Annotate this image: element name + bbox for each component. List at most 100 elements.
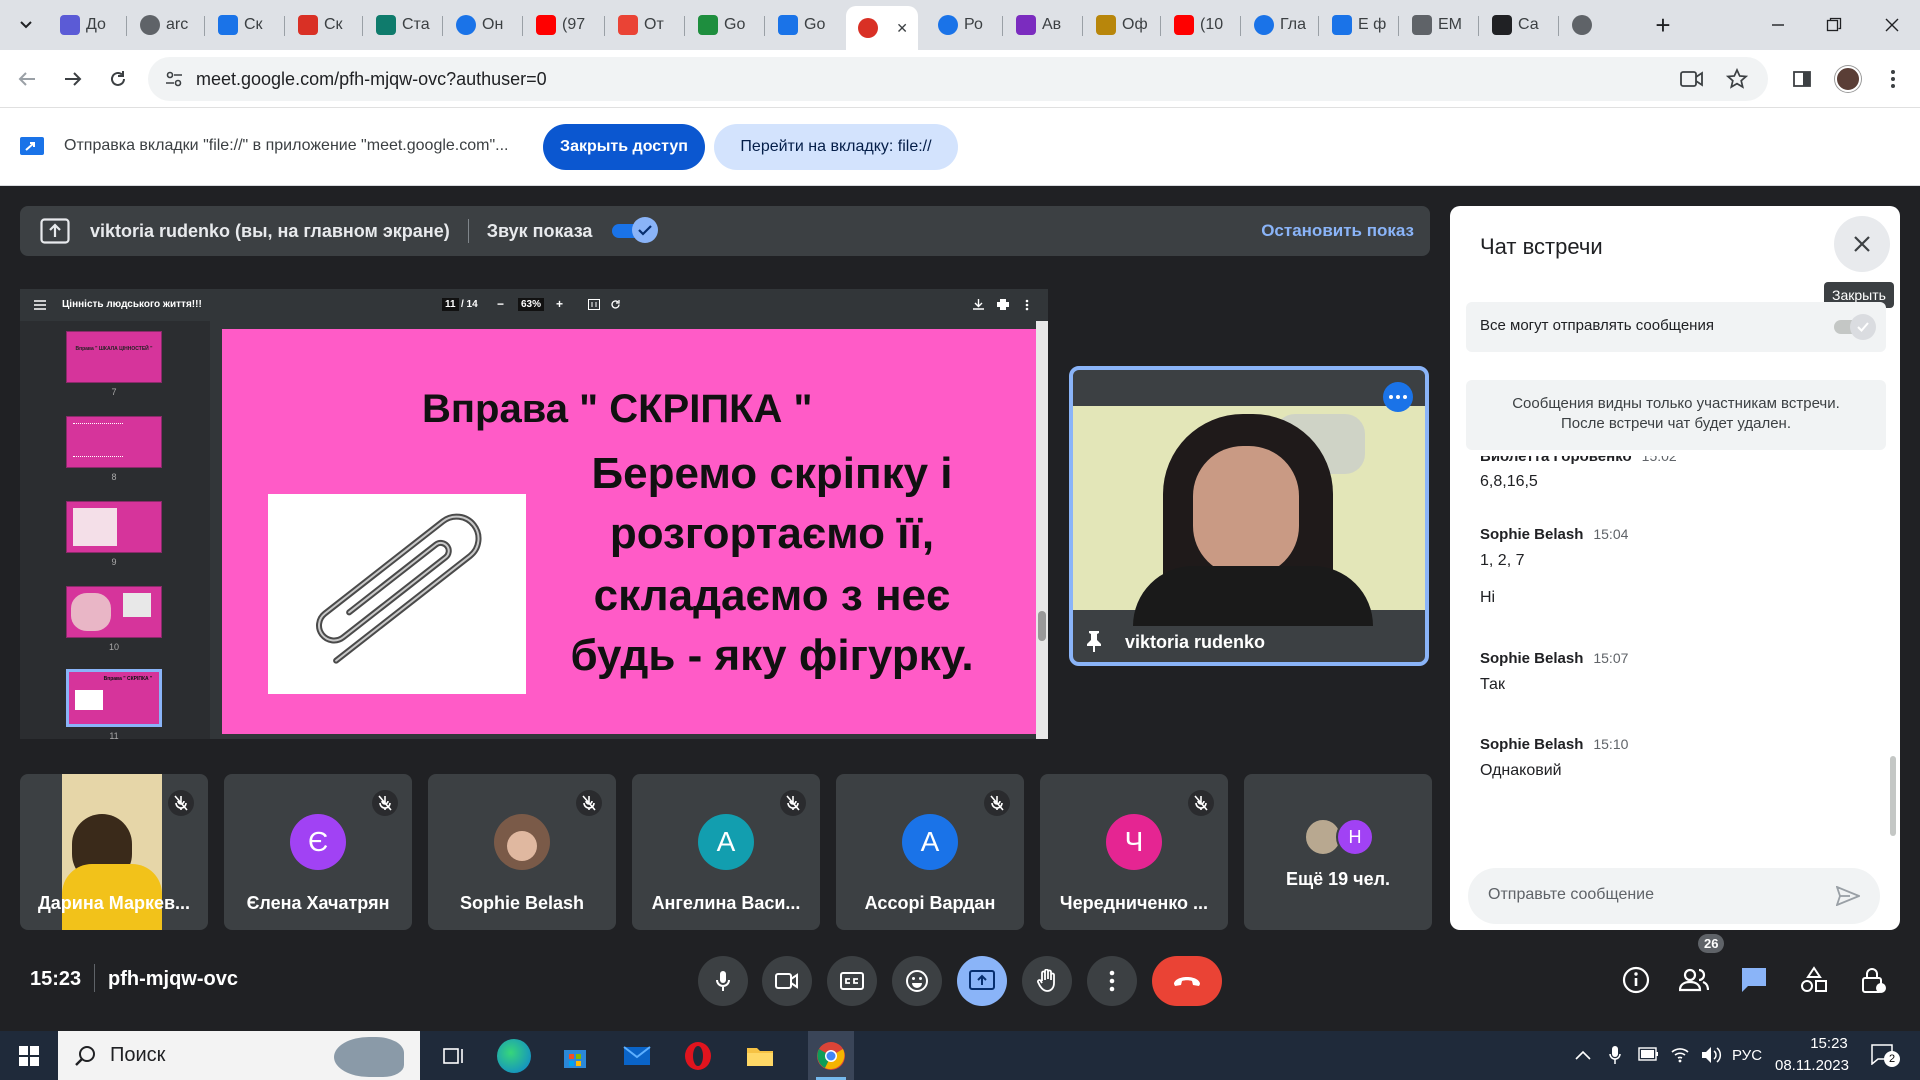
participant-tile[interactable]: Ч Чередниченко ...: [1040, 774, 1228, 930]
browser-tab[interactable]: Go: [686, 8, 760, 42]
volume-icon[interactable]: [1700, 1045, 1722, 1065]
sound-toggle[interactable]: [612, 217, 659, 243]
host-controls-button[interactable]: [1850, 956, 1898, 1004]
print-icon[interactable]: [997, 299, 1009, 310]
thumbnail-page-selected[interactable]: Вправа " СКРІПКА ": [66, 669, 162, 727]
browser-tab[interactable]: Гла: [1242, 8, 1316, 42]
forward-button[interactable]: [58, 64, 88, 94]
mic-button[interactable]: [698, 956, 748, 1006]
bookmark-star-icon[interactable]: [1726, 68, 1748, 90]
address-bar[interactable]: meet.google.com/pfh-mjqw-ovc?authuser=0: [148, 57, 1768, 101]
browser-tab[interactable]: Е ф: [1320, 8, 1394, 42]
browser-menu-button[interactable]: [1878, 64, 1908, 94]
browser-tab[interactable]: Са: [1480, 8, 1554, 42]
people-button[interactable]: 26: [1670, 934, 1725, 1004]
close-tab-icon[interactable]: ✕: [896, 20, 908, 37]
present-button[interactable]: [957, 956, 1007, 1006]
goto-tab-button[interactable]: Перейти на вкладку: file://: [714, 124, 958, 170]
profile-avatar[interactable]: [1833, 64, 1863, 94]
fit-page-icon[interactable]: [588, 299, 600, 310]
camera-indicator-icon[interactable]: [1680, 69, 1704, 89]
side-panel-button[interactable]: [1787, 64, 1817, 94]
participant-tile[interactable]: А Ассорі Вардан: [836, 774, 1024, 930]
download-icon[interactable]: [973, 299, 984, 310]
browser-tab[interactable]: Ро: [926, 8, 1000, 42]
more-participants-tile[interactable]: Н Ещё 19 чел.: [1244, 774, 1432, 930]
thumbnail-page[interactable]: [66, 416, 162, 468]
participant-tile[interactable]: Sophie Belash: [428, 774, 616, 930]
browser-tab[interactable]: [1560, 8, 1634, 42]
participant-tile[interactable]: Дарина Маркев...: [20, 774, 208, 930]
task-view-button[interactable]: [436, 1039, 470, 1073]
raise-hand-button[interactable]: [1022, 956, 1072, 1006]
participant-tile[interactable]: А Ангелина Васи...: [632, 774, 820, 930]
browser-tab[interactable]: (10: [1162, 8, 1236, 42]
browser-tab[interactable]: До: [48, 8, 122, 42]
browser-tab[interactable]: Go: [766, 8, 840, 42]
browser-tab[interactable]: Ав: [1004, 8, 1078, 42]
clock-date[interactable]: 08.11.2023: [1775, 1057, 1849, 1074]
chrome-taskbar-button[interactable]: [808, 1031, 854, 1080]
close-chat-button[interactable]: [1834, 216, 1890, 272]
language-indicator[interactable]: РУС: [1732, 1047, 1762, 1064]
zoom-in-icon[interactable]: +: [556, 297, 563, 311]
store-icon[interactable]: [558, 1039, 592, 1073]
browser-tab[interactable]: ✕: [846, 6, 918, 50]
thumbnail-page[interactable]: Вправа " ШКАЛА ЦІННОСТЕЙ ": [66, 331, 162, 383]
opera-icon[interactable]: [681, 1039, 715, 1073]
browser-tab[interactable]: Ста: [364, 8, 438, 42]
mail-icon[interactable]: [620, 1039, 654, 1073]
pdf-page-input[interactable]: 11: [442, 298, 459, 311]
new-tab-button[interactable]: +: [1643, 8, 1683, 42]
meeting-details-button[interactable]: [1612, 956, 1660, 1004]
participant-tile[interactable]: Є Єлена Хачатрян: [224, 774, 412, 930]
start-button[interactable]: [12, 1039, 46, 1073]
end-call-button[interactable]: [1152, 956, 1222, 1006]
menu-icon[interactable]: [34, 300, 46, 310]
clock-time[interactable]: 15:23: [1793, 1035, 1865, 1052]
send-icon[interactable]: [1836, 886, 1860, 906]
thumbnail-page[interactable]: [66, 501, 162, 553]
file-explorer-icon[interactable]: [743, 1039, 777, 1073]
pdf-scrollbar[interactable]: [1036, 321, 1048, 739]
browser-tab[interactable]: Ск: [206, 8, 280, 42]
pin-icon[interactable]: [1085, 629, 1103, 653]
emoji-button[interactable]: [892, 956, 942, 1006]
more-options-button[interactable]: [1087, 956, 1137, 1006]
tab-search-button[interactable]: [6, 8, 46, 42]
captions-button[interactable]: [827, 956, 877, 1006]
rotate-icon[interactable]: [610, 299, 621, 310]
browser-tab[interactable]: ЕМ: [1400, 8, 1474, 42]
thumbnail-page[interactable]: [66, 586, 162, 638]
more-options-button[interactable]: [1383, 382, 1413, 412]
stop-presenting-button[interactable]: Остановить показ: [1261, 221, 1414, 241]
browser-tab[interactable]: arc: [128, 8, 202, 42]
pdf-zoom-input[interactable]: 63%: [518, 298, 545, 311]
back-button[interactable]: [12, 64, 42, 94]
wifi-icon[interactable]: [1670, 1045, 1690, 1063]
mic-tray-icon[interactable]: [1608, 1045, 1622, 1065]
browser-tab[interactable]: От: [606, 8, 680, 42]
stop-sharing-button[interactable]: Закрыть доступ: [543, 124, 705, 170]
battery-icon[interactable]: [1638, 1047, 1660, 1061]
reload-button[interactable]: [103, 64, 133, 94]
chat-button[interactable]: [1730, 956, 1778, 1004]
browser-tab[interactable]: Он: [444, 8, 518, 42]
notifications-button[interactable]: 2: [1870, 1043, 1900, 1069]
taskbar-search[interactable]: Поиск: [58, 1031, 420, 1080]
browser-tab[interactable]: (97: [524, 8, 598, 42]
zoom-out-icon[interactable]: −: [497, 297, 504, 311]
chat-scrollbar[interactable]: [1890, 756, 1896, 836]
close-window-button[interactable]: [1872, 8, 1912, 42]
activities-button[interactable]: [1790, 956, 1838, 1004]
edge-icon[interactable]: [497, 1039, 531, 1073]
more-vert-icon[interactable]: [1025, 299, 1029, 311]
minimize-button[interactable]: [1758, 8, 1798, 42]
restore-button[interactable]: [1814, 8, 1854, 42]
browser-tab[interactable]: Оф: [1084, 8, 1158, 42]
self-view-tile[interactable]: viktoria rudenko: [1069, 366, 1429, 666]
chevron-up-icon[interactable]: [1574, 1049, 1592, 1061]
browser-tab[interactable]: Ск: [286, 8, 360, 42]
message-input[interactable]: Отправьте сообщение: [1468, 868, 1880, 924]
camera-button[interactable]: [762, 956, 812, 1006]
